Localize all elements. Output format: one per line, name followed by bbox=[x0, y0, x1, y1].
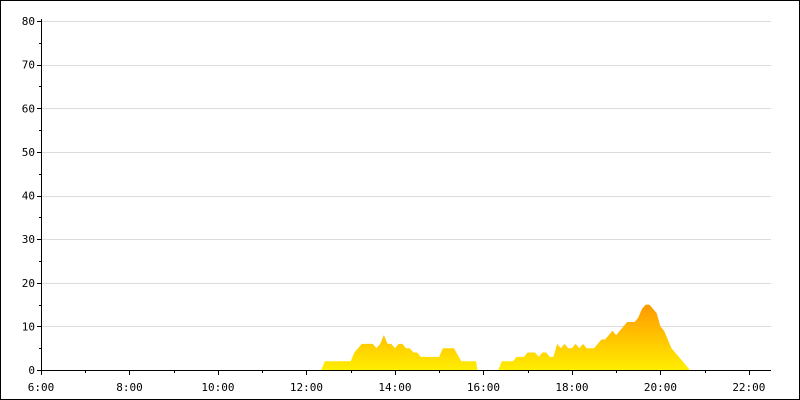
chart-frame: 0 10 20 30 40 50 60 70 80 6:00 8:00 10:00 12:00 14:00… bbox=[0, 0, 800, 400]
y-tick-label-40: 40 bbox=[22, 190, 35, 203]
x-tick-label-600: 6:00 bbox=[28, 381, 55, 394]
area-segment-1 bbox=[321, 335, 477, 370]
y-tick-label-20: 20 bbox=[22, 277, 35, 290]
x-tick-label-1000: 10:00 bbox=[201, 381, 234, 394]
y-tick-label-0: 0 bbox=[28, 364, 35, 377]
y-tick-label-10: 10 bbox=[22, 320, 35, 333]
y-tick-label-50: 50 bbox=[22, 146, 35, 159]
x-tick-label-1800: 18:00 bbox=[555, 381, 588, 394]
area-chart: 0 10 20 30 40 50 60 70 80 6:00 8:00 10:00 12:00 14:00… bbox=[22, 15, 771, 394]
y-tick-label-80: 80 bbox=[22, 15, 35, 28]
x-tick-label-1200: 12:00 bbox=[290, 381, 323, 394]
y-tick-label-60: 60 bbox=[22, 102, 35, 115]
x-tick-label-2000: 20:00 bbox=[644, 381, 677, 394]
x-tick-label-1600: 16:00 bbox=[467, 381, 500, 394]
area-segment-3 bbox=[498, 304, 690, 370]
area-layer bbox=[321, 304, 690, 370]
y-tick-label-30: 30 bbox=[22, 233, 35, 246]
area-segment-2 bbox=[476, 361, 478, 370]
x-tick-label-2200: 22:00 bbox=[732, 381, 765, 394]
x-tick-label-1400: 14:00 bbox=[378, 381, 411, 394]
grid-layer bbox=[41, 21, 771, 327]
y-tick-label-70: 70 bbox=[22, 59, 35, 72]
x-tick-label-800: 8:00 bbox=[116, 381, 143, 394]
